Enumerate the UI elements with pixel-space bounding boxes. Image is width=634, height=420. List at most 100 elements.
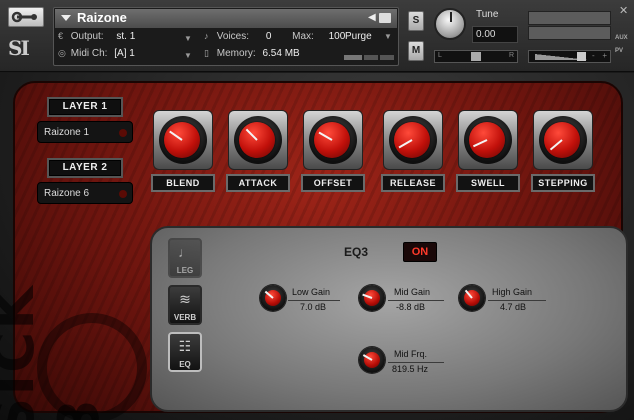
sliders-icon: ☷: [178, 338, 192, 354]
mute-button[interactable]: M: [408, 41, 424, 61]
high-gain-knob[interactable]: [459, 285, 485, 311]
instrument-body: SICK 3 LAYER 1 Raizone 1 LAYER 2 Raizone…: [0, 73, 634, 420]
layer2-select[interactable]: Raizone 6: [37, 182, 133, 204]
high-gain-value[interactable]: 4.7 dB: [500, 302, 526, 312]
layer1-indicator: [119, 129, 127, 137]
fx-leg-button[interactable]: ♩ LEG: [168, 238, 202, 278]
aux-button[interactable]: AUX: [615, 35, 628, 41]
output-meter-left: [528, 11, 611, 25]
midi-dropdown-icon[interactable]: ▼: [184, 51, 192, 60]
purge-bar-1: [344, 55, 362, 60]
voices-value: 0: [265, 31, 272, 42]
memory-row: ▯ Memory: 6.54 MB: [204, 48, 300, 59]
low-gain-value[interactable]: 7.0 dB: [300, 302, 326, 312]
fx-verb-button[interactable]: ≋ VERB: [168, 285, 202, 325]
tune-knob[interactable]: [434, 8, 466, 40]
si-logo: SI: [8, 36, 30, 60]
prev-instrument-icon[interactable]: ◀: [368, 12, 376, 23]
mid-gain-knob[interactable]: [359, 285, 385, 311]
release-knob-indicator: [398, 139, 413, 149]
mid-gain-value[interactable]: -8.8 dB: [396, 302, 425, 312]
swell-knob[interactable]: [469, 122, 505, 158]
attack-knob-unit: ATTACK: [226, 110, 290, 192]
mid-gain-label: Mid Gain: [394, 287, 431, 297]
pan-slider-handle[interactable]: [471, 52, 481, 61]
volume-slider-handle[interactable]: [577, 52, 586, 61]
volume-slider[interactable]: - +: [528, 50, 611, 63]
layer2-label: LAYER 2: [47, 158, 123, 178]
eq-on-button[interactable]: ON: [403, 242, 437, 262]
memory-icon: ▯: [204, 48, 209, 58]
instrument-panel: Raizone ◀ ▶ € Output: st. 1 ▼ ♪ Voices: …: [53, 7, 399, 66]
midi-row[interactable]: ◎ Midi Ch: [A] 1: [58, 48, 135, 62]
note-icon: ♩: [178, 244, 192, 260]
instrument-name[interactable]: Raizone: [77, 10, 127, 25]
mid-freq-value[interactable]: 819.5 Hz: [392, 364, 428, 374]
purge-dropdown[interactable]: Purge ▼: [342, 31, 397, 46]
stepping-knob-unit: STEPPING: [531, 110, 595, 192]
release-label: RELEASE: [381, 174, 445, 192]
swell-knob-indicator: [472, 139, 488, 148]
fx-eq-button[interactable]: ☷ EQ: [168, 332, 202, 372]
blend-knob-indicator: [169, 130, 183, 141]
brand-text: SICK 3: [0, 284, 112, 420]
instrument-header: SI Raizone ◀ ▶ € Output: st. 1 ▼ ♪ Voice…: [0, 0, 634, 72]
attack-label: ATTACK: [226, 174, 290, 192]
voices-icon: ♪: [204, 31, 209, 41]
pv-button[interactable]: PV: [615, 48, 623, 54]
output-meter-right: [528, 26, 611, 40]
offset-knob-indicator: [318, 131, 333, 141]
tune-label: Tune: [476, 9, 499, 20]
mid-freq-knob[interactable]: [359, 347, 385, 373]
solo-button[interactable]: S: [408, 11, 424, 31]
camera-icon[interactable]: [379, 13, 391, 23]
high-gain-label: High Gain: [492, 287, 533, 297]
mid-freq-divider: [388, 362, 444, 363]
blend-knob[interactable]: [164, 122, 200, 158]
eq-title: EQ3: [344, 245, 369, 259]
midi-icon: ◎: [58, 48, 66, 58]
stepping-knob[interactable]: [544, 122, 580, 158]
pan-slider[interactable]: L R: [434, 50, 518, 63]
layer1-select[interactable]: Raizone 1: [37, 121, 133, 143]
attack-knob[interactable]: [239, 122, 275, 158]
instrument-title-bar: Raizone ◀ ▶: [55, 9, 397, 28]
fx-panel: ♩ LEG ≋ VERB ☷ EQ EQ3 ON Low Gain 7.0 dB…: [150, 226, 628, 412]
low-gain-label: Low Gain: [292, 287, 331, 297]
purge-bar-2: [364, 55, 378, 60]
release-knob-unit: RELEASE: [381, 110, 445, 192]
purge-dropdown-icon: ▼: [384, 32, 392, 41]
purge-bar-3: [380, 55, 394, 60]
stepping-knob-indicator: [549, 139, 563, 151]
offset-label: OFFSET: [301, 174, 365, 192]
mid-gain-divider: [388, 300, 444, 301]
voices-row: ♪ Voices: 0 Max: 100: [204, 31, 346, 42]
output-row[interactable]: € Output: st. 1: [58, 31, 135, 45]
collapse-icon[interactable]: [61, 15, 71, 21]
layer1-label: LAYER 1: [47, 97, 123, 117]
wrench-button[interactable]: [8, 7, 44, 27]
wave-icon: ≋: [179, 291, 191, 307]
offset-knob[interactable]: [314, 122, 350, 158]
mid-freq-label: Mid Frq.: [394, 349, 428, 359]
close-icon[interactable]: ✕: [619, 4, 628, 17]
output-dropdown-icon[interactable]: ▼: [184, 34, 192, 43]
memory-value: 6.54 MB: [262, 48, 300, 59]
output-value[interactable]: st. 1: [116, 31, 135, 42]
tune-value[interactable]: 0.00: [472, 26, 518, 43]
layer2-indicator: [119, 190, 127, 198]
low-gain-divider: [288, 300, 340, 301]
high-gain-divider: [488, 300, 546, 301]
stepping-label: STEPPING: [531, 174, 595, 192]
output-icon: €: [58, 31, 64, 41]
midi-value[interactable]: [A] 1: [114, 48, 135, 59]
offset-knob-unit: OFFSET: [301, 110, 365, 192]
wrench-icon: [11, 11, 37, 23]
swell-knob-unit: SWELL: [456, 110, 520, 192]
release-knob[interactable]: [394, 122, 430, 158]
attack-knob-indicator: [245, 128, 258, 141]
blend-label: BLEND: [151, 174, 215, 192]
blend-knob-unit: BLEND: [151, 110, 215, 192]
low-gain-knob[interactable]: [260, 285, 286, 311]
red-panel: SICK 3 LAYER 1 Raizone 1 LAYER 2 Raizone…: [0, 81, 628, 420]
